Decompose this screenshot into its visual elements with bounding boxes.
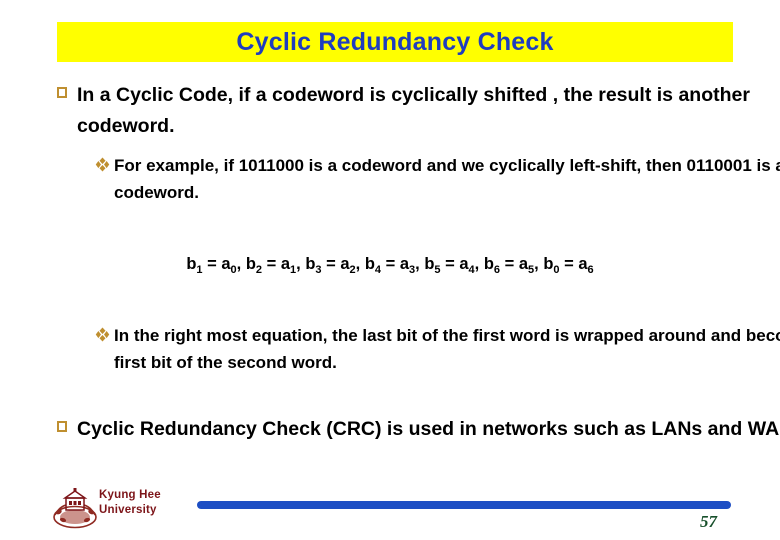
bullet-text-3: In the right most equation, the last bit…: [114, 326, 780, 372]
page-number: 57: [700, 512, 717, 531]
bullet-item-2: For example, if 1011000 is a codeword an…: [0, 152, 780, 206]
bullet-item-3: In the right most equation, the last bit…: [0, 322, 780, 376]
university-name-line1: Kyung Hee: [99, 489, 161, 501]
hollow-square-bullet-icon: [57, 421, 67, 432]
diamond-cluster-bullet-icon: [95, 327, 110, 342]
bullet-item-1: In a Cyclic Code, if a codeword is cycli…: [0, 80, 780, 142]
equation-term-5: b5 = a4,: [424, 255, 484, 276]
equation-term-1: b1 = a0,: [186, 255, 246, 276]
university-name: Kyung Hee University: [99, 488, 161, 518]
bullet-marker: [57, 80, 77, 98]
cyclic-shift-equation: b1 = a0, b2 = a1, b3 = a2, b4 = a3, b5 =…: [0, 253, 780, 277]
bullet-text-2: For example, if 1011000 is a codeword an…: [114, 156, 780, 202]
bullet-marker: [95, 152, 114, 172]
bullet-text-4: Cyclic Redundancy Check (CRC) is used in…: [77, 418, 780, 440]
bullet-marker: [57, 414, 77, 432]
bullet-text-1: In a Cyclic Code, if a codeword is cycli…: [77, 84, 750, 137]
bullet-item-4: Cyclic Redundancy Check (CRC) is used in…: [0, 414, 780, 445]
equation-term-4: b4 = a3,: [364, 255, 425, 276]
slide-canvas: Cyclic Redundancy Check In a Cyclic Code…: [0, 0, 780, 540]
page-title: Cyclic Redundancy Check: [236, 27, 554, 56]
footer-divider-bar: [197, 501, 731, 509]
equation-term-2: b2 = a1,: [245, 255, 306, 276]
equation-term-3: b3 = a2,: [305, 255, 365, 276]
university-name-line2: University: [99, 504, 157, 516]
equation-term-7: b0 = a6: [543, 255, 594, 276]
bullet-marker: [95, 322, 114, 342]
kyung-hee-university-crest-icon: [53, 488, 97, 529]
slide-title-banner: Cyclic Redundancy Check: [57, 22, 733, 62]
diamond-cluster-bullet-icon: [95, 157, 110, 172]
equation-term-6: b6 = a5,: [483, 255, 544, 276]
hollow-square-bullet-icon: [57, 87, 67, 98]
